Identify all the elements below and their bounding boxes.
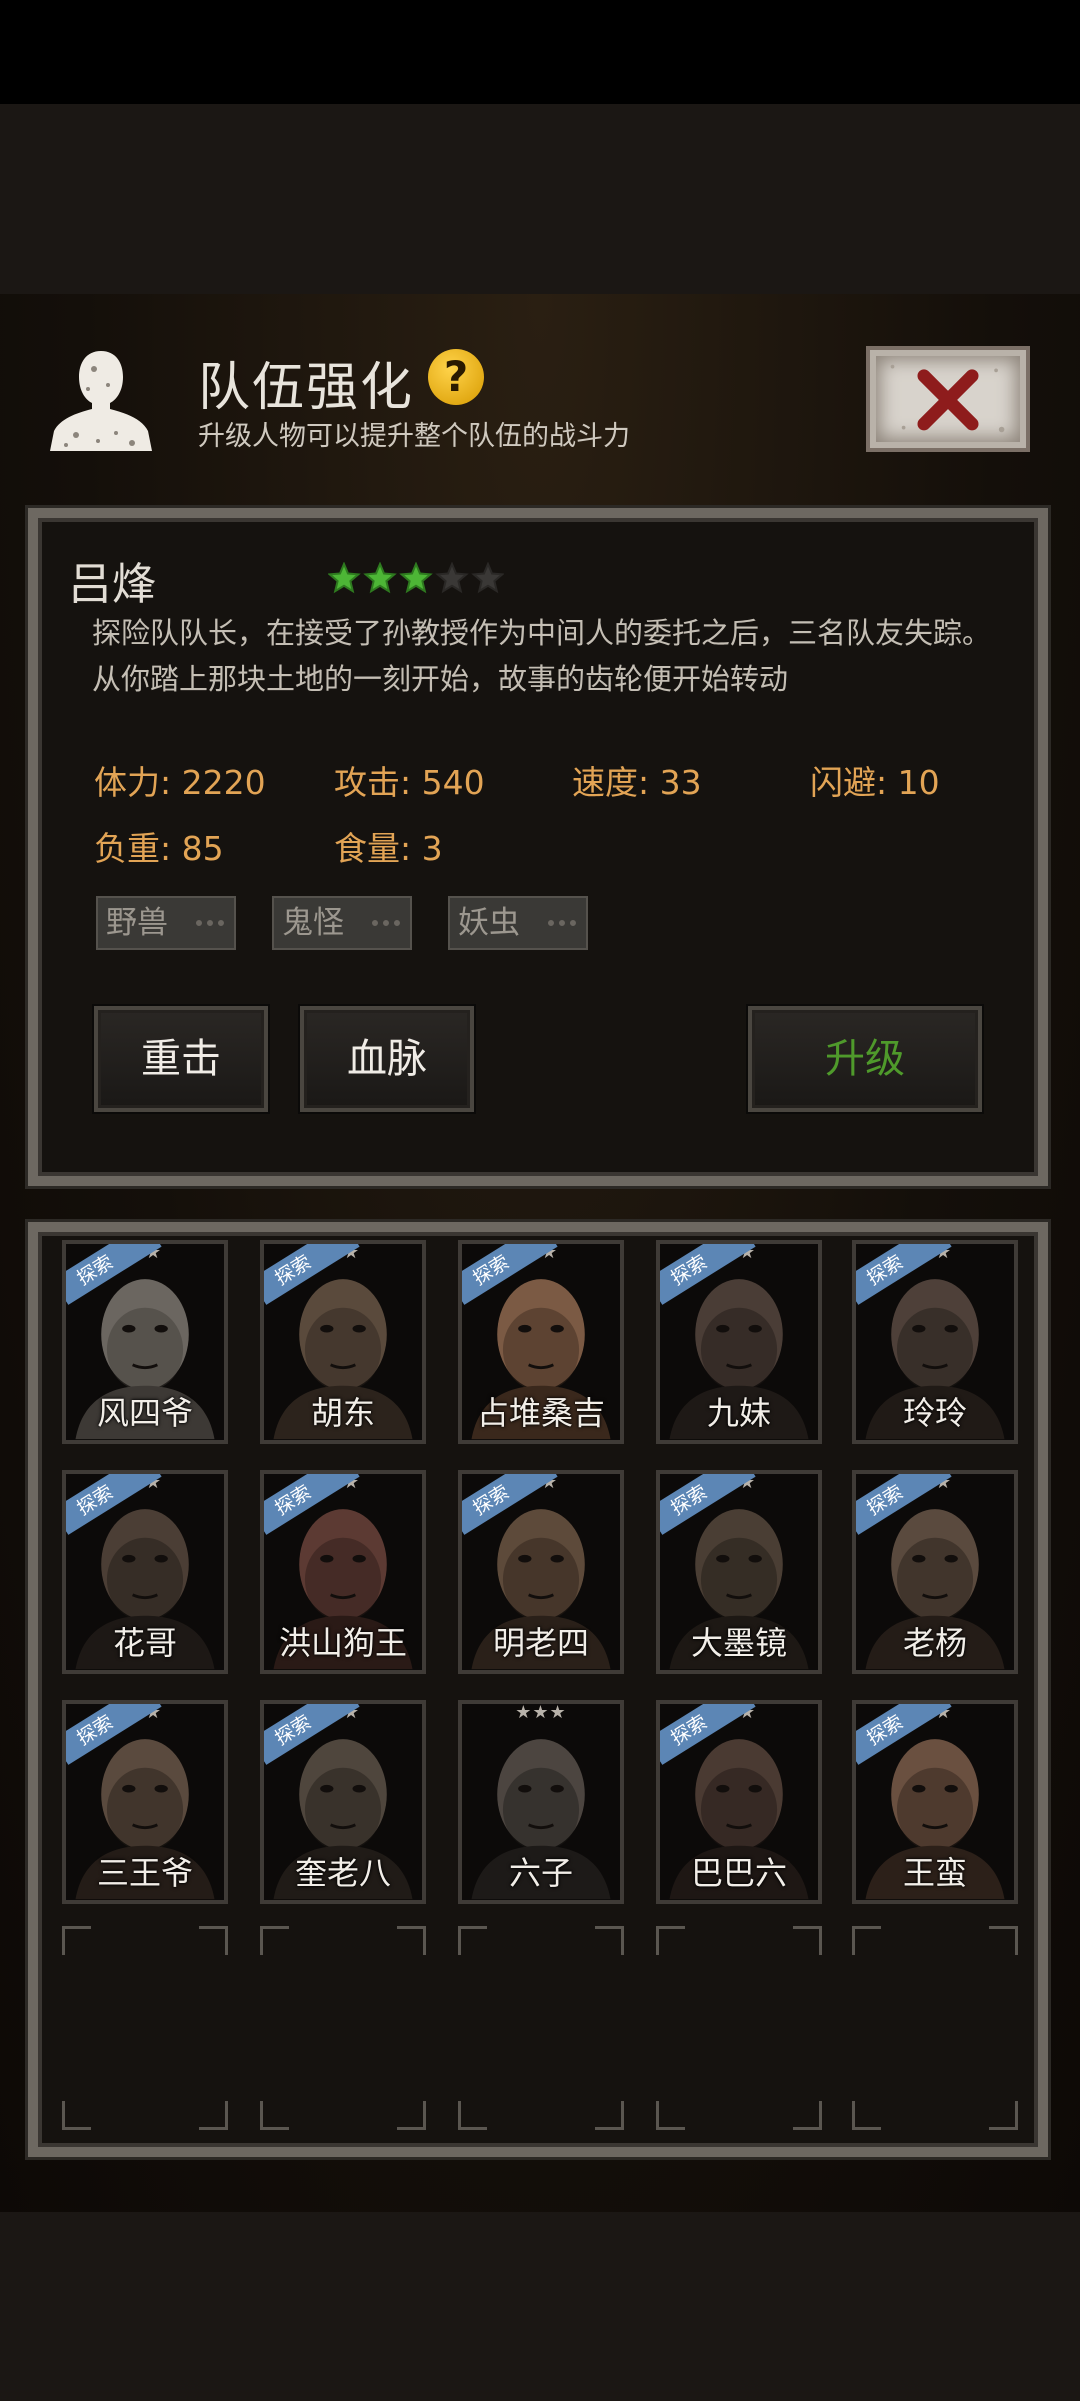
tag-ghost: 鬼怪 xyxy=(272,896,412,950)
slot-corner xyxy=(199,1926,228,1955)
roster-card[interactable]: ★★探索王蛮 xyxy=(852,1700,1018,1904)
slot-corner xyxy=(260,1926,289,1955)
skill-bloodline-button[interactable]: 血脉 xyxy=(300,1006,474,1112)
tag-label: 鬼怪 xyxy=(282,905,344,941)
slot-corner xyxy=(62,2101,91,2130)
roster-card[interactable]: ★★探索明老四 xyxy=(458,1470,624,1674)
slot-corner xyxy=(595,1926,624,1955)
tag-label: 野兽 xyxy=(106,905,168,941)
card-name: 洪山狗王 xyxy=(278,1624,407,1662)
slot-corner xyxy=(656,2101,685,2130)
empty-roster-slot xyxy=(260,1926,426,2130)
card-stars: ★★★ xyxy=(515,1702,567,1723)
slot-corner xyxy=(852,2101,881,2130)
slot-corner xyxy=(397,1926,426,1955)
roster-card[interactable]: ★★探索花哥 xyxy=(62,1470,228,1674)
card-name: 占堆桑吉 xyxy=(476,1394,605,1432)
card-name: 奎老八 xyxy=(294,1854,391,1892)
character-name: 吕烽 xyxy=(68,559,156,610)
page-subtitle: 升级人物可以提升整个队伍的战斗力 xyxy=(198,421,630,452)
roster-card[interactable]: ★★探索九妹 xyxy=(656,1240,822,1444)
card-name: 胡东 xyxy=(310,1394,375,1432)
card-name: 明老四 xyxy=(492,1624,589,1662)
help-icon[interactable]: ? xyxy=(428,349,484,405)
slot-corner xyxy=(260,2101,289,2130)
slot-corner xyxy=(793,2101,822,2130)
tag-dash xyxy=(548,920,576,934)
close-button[interactable] xyxy=(866,346,1030,452)
slot-corner xyxy=(458,1926,487,1955)
status-bar xyxy=(0,0,1080,104)
stat-dodge: 闪避: 10 xyxy=(810,763,940,802)
slot-corner xyxy=(793,1926,822,1955)
star-filled-icon xyxy=(363,562,397,594)
empty-roster-slot xyxy=(656,1926,822,2130)
card-name: 王蛮 xyxy=(902,1854,967,1892)
slot-corner xyxy=(852,1926,881,1955)
card-name: 六子 xyxy=(508,1854,573,1892)
stat-food: 食量: 3 xyxy=(334,829,443,868)
slot-corner xyxy=(397,2101,426,2130)
character-description: 探险队队长，在接受了孙教授作为中间人的委托之后，三名队友失踪。从你踏上那块土地的… xyxy=(92,616,992,696)
tag-beast: 野兽 xyxy=(96,896,236,950)
empty-roster-slot xyxy=(62,1926,228,2130)
roster-card[interactable]: ★★探索老杨 xyxy=(852,1470,1018,1674)
stat-speed: 速度: 33 xyxy=(572,763,702,802)
page-title: 队伍强化 xyxy=(198,358,415,418)
empty-roster-slot xyxy=(458,1926,624,2130)
stat-attack: 攻击: 540 xyxy=(334,763,485,802)
top-spacer xyxy=(0,104,1080,294)
roster-card[interactable]: ★★探索风四爷 xyxy=(62,1240,228,1444)
star-rating xyxy=(328,562,504,594)
roster-card[interactable]: ★★探索洪山狗王 xyxy=(260,1470,426,1674)
bottom-spacer xyxy=(0,2212,1080,2401)
star-empty-icon xyxy=(471,562,504,594)
star-filled-icon xyxy=(328,562,361,594)
slot-corner xyxy=(458,2101,487,2130)
roster-card[interactable]: ★★探索大墨镜 xyxy=(656,1470,822,1674)
roster-card[interactable]: ★★探索三王爷 xyxy=(62,1700,228,1904)
star-filled-icon xyxy=(399,562,433,594)
card-name: 九妹 xyxy=(706,1394,771,1432)
slot-corner xyxy=(989,1926,1018,1955)
stat-hp: 体力: 2220 xyxy=(94,763,266,802)
slot-corner xyxy=(62,1926,91,1955)
close-icon xyxy=(890,364,1005,433)
card-name: 巴巴六 xyxy=(690,1854,787,1892)
tag-dash xyxy=(196,920,224,934)
card-name: 老杨 xyxy=(902,1624,967,1662)
slot-corner xyxy=(989,2101,1018,2130)
card-name: 大墨镜 xyxy=(690,1624,787,1662)
tag-insect: 妖虫 xyxy=(448,896,588,950)
roster-card[interactable]: ★★探索巴巴六 xyxy=(656,1700,822,1904)
slot-corner xyxy=(199,2101,228,2130)
roster-card[interactable]: ★★探索占堆桑吉 xyxy=(458,1240,624,1444)
roster-card[interactable]: ★★探索玲玲 xyxy=(852,1240,1018,1444)
roster-card[interactable]: ★★探索奎老八 xyxy=(260,1700,426,1904)
profile-silhouette-icon xyxy=(50,351,152,451)
skill-heavy-strike-button[interactable]: 重击 xyxy=(94,1006,268,1112)
slot-corner xyxy=(656,1926,685,1955)
card-name: 玲玲 xyxy=(902,1394,967,1432)
slot-corner xyxy=(595,2101,624,2130)
tag-dash xyxy=(372,920,400,934)
stat-load: 负重: 85 xyxy=(94,829,224,868)
card-name: 风四爷 xyxy=(96,1394,193,1432)
star-empty-icon xyxy=(435,562,469,594)
roster-card[interactable]: ★★★ 六子 xyxy=(458,1700,624,1904)
upgrade-button[interactable]: 升级 xyxy=(748,1006,982,1112)
tag-label: 妖虫 xyxy=(458,905,520,941)
empty-roster-slot xyxy=(852,1926,1018,2130)
roster-card[interactable]: ★★探索胡东 xyxy=(260,1240,426,1444)
card-name: 三王爷 xyxy=(96,1854,193,1892)
card-name: 花哥 xyxy=(112,1624,177,1662)
